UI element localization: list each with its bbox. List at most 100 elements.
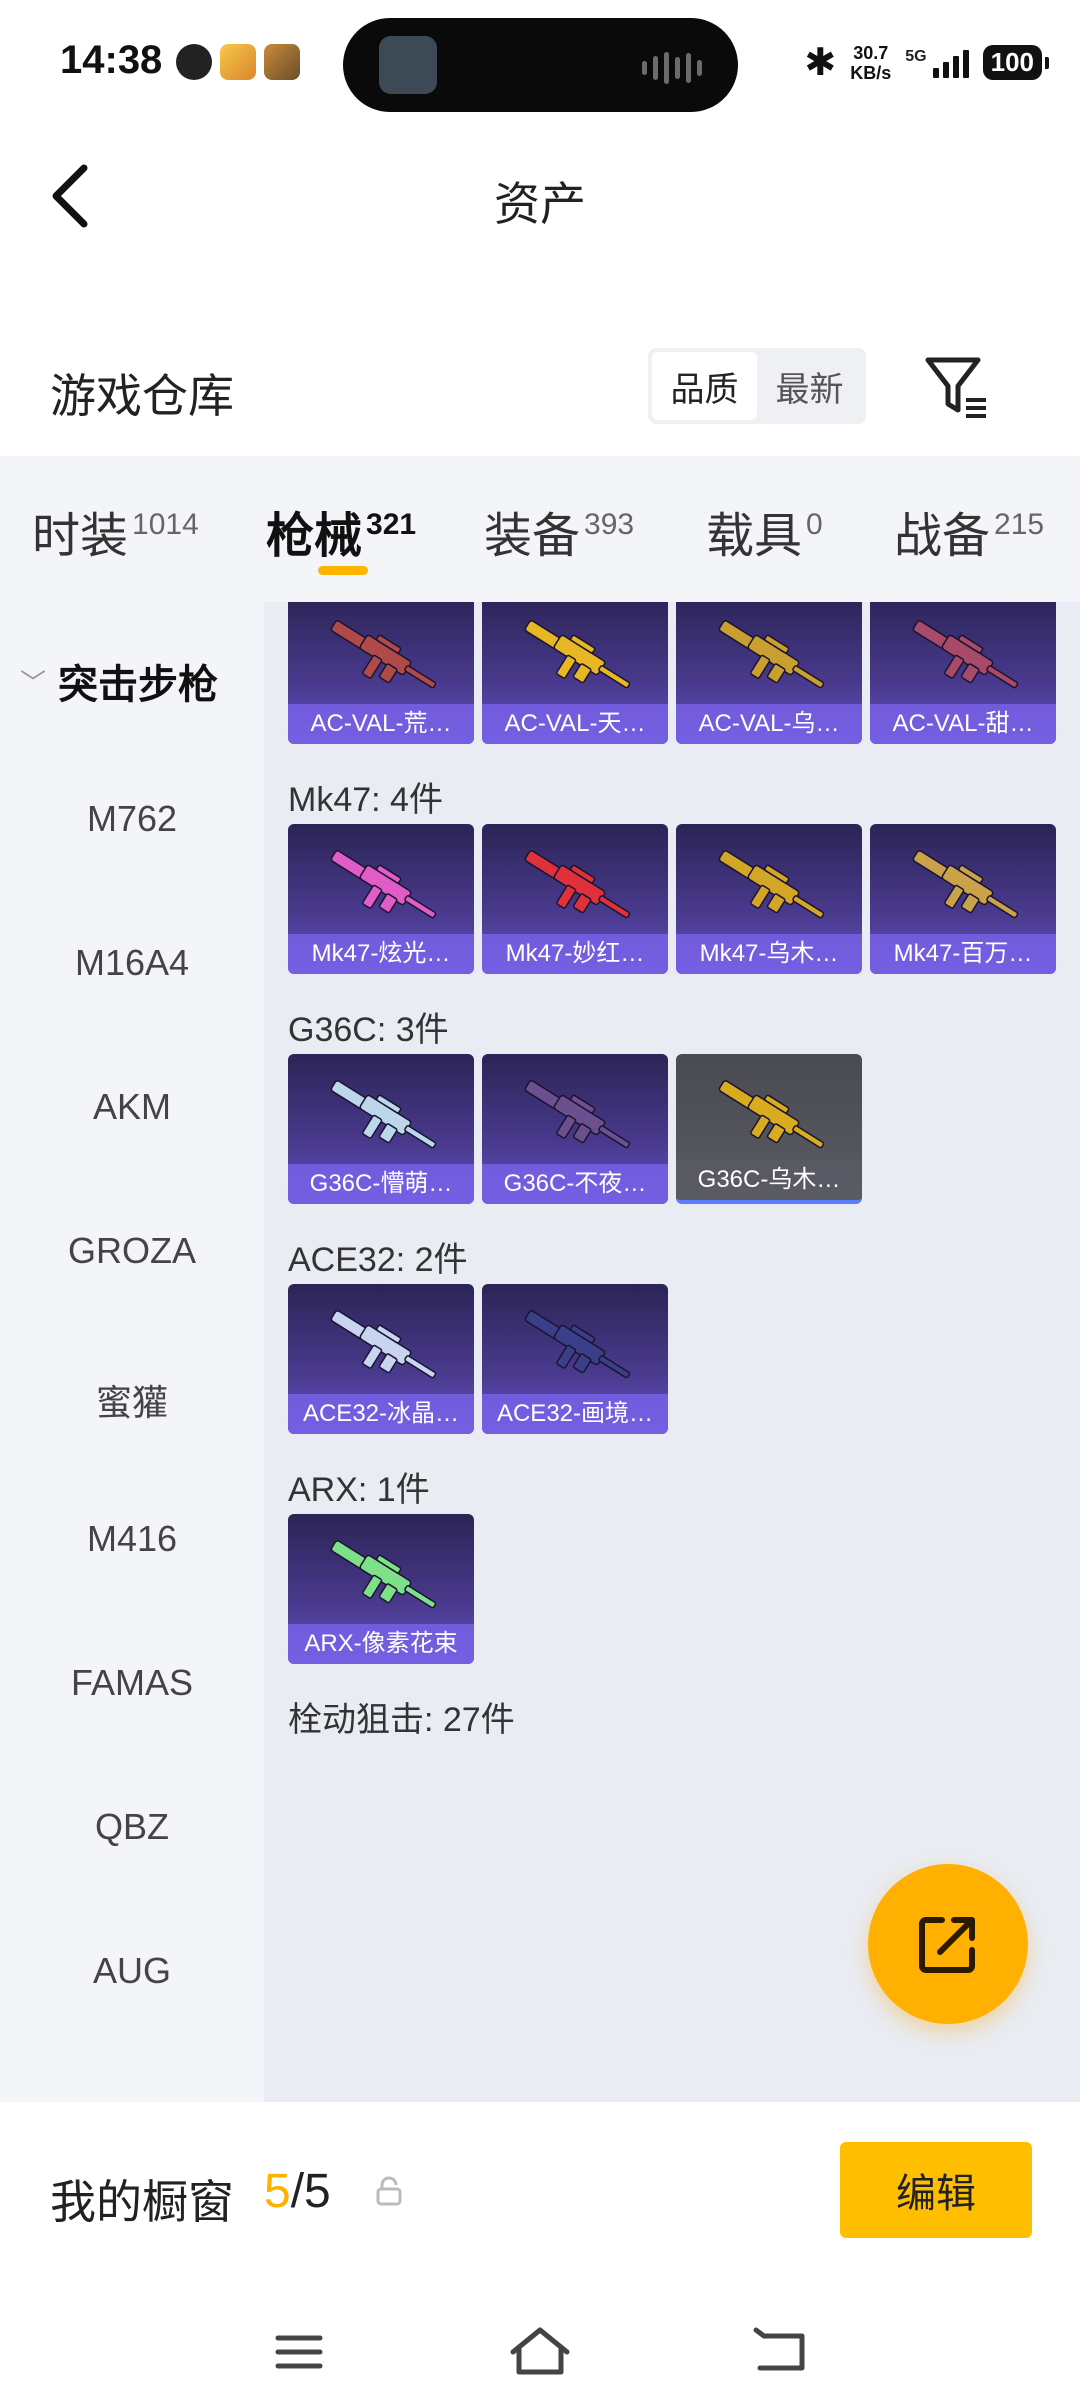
signal-icon: 5G bbox=[905, 48, 969, 78]
tab-label: 时装 bbox=[32, 510, 129, 563]
sort-option-newest[interactable]: 最新 bbox=[757, 352, 862, 420]
tab-vehicles[interactable]: 载具 0 bbox=[706, 496, 823, 566]
weapon-card[interactable]: Mk47-炫光… bbox=[288, 824, 474, 974]
weapon-card[interactable]: ARX-像素花束 bbox=[288, 1514, 474, 1664]
bluetooth-icon: ✱ bbox=[804, 42, 837, 84]
rifle-icon bbox=[330, 850, 437, 919]
filter-button[interactable] bbox=[920, 352, 990, 422]
weapon-card[interactable]: AC-VAL-乌… bbox=[676, 602, 862, 744]
tab-label: 装备 bbox=[484, 510, 581, 563]
weapon-card[interactable]: G36C-乌木… bbox=[676, 1054, 862, 1204]
tab-fashion[interactable]: 时装 1014 bbox=[32, 496, 199, 566]
active-tab-indicator bbox=[318, 566, 368, 575]
weapon-card-label: Mk47-乌木… bbox=[676, 934, 862, 974]
nav-menu-button[interactable] bbox=[264, 2322, 334, 2382]
weapon-card[interactable]: AC-VAL-天… bbox=[482, 602, 668, 744]
rifle-icon bbox=[912, 850, 1019, 919]
weapon-card[interactable]: G36C-不夜… bbox=[482, 1054, 668, 1204]
category-group-label: 突击步枪 bbox=[58, 663, 219, 707]
weapon-category-list: ﹀ 突击步枪 M762 M16A4 AKM GROZA 蜜獾 M416 FAMA… bbox=[0, 602, 264, 2102]
category-item-m416[interactable]: M416 bbox=[0, 1518, 264, 1560]
net-speed-value: 30.7 bbox=[853, 42, 889, 63]
showcase-current: 5 bbox=[264, 2165, 291, 2218]
weapon-card-label: G36C-乌木… bbox=[676, 1160, 862, 1200]
section-label: ACE32: 2件 bbox=[288, 1241, 468, 1279]
app-notification-icon bbox=[220, 44, 256, 80]
tab-guns[interactable]: 枪械 321 bbox=[266, 496, 416, 566]
chevron-down-icon: ﹀ bbox=[20, 667, 47, 698]
weapon-card-label: ACE32-冰晶… bbox=[288, 1394, 474, 1434]
weapon-card[interactable]: AC-VAL-荒… bbox=[288, 602, 474, 744]
status-app-icons bbox=[176, 44, 300, 80]
weapon-card-label: AC-VAL-乌… bbox=[676, 704, 862, 744]
net-speed-unit: KB/s bbox=[850, 62, 892, 83]
share-external-icon bbox=[919, 1917, 975, 1973]
rifle-icon bbox=[330, 1080, 437, 1149]
showcase-count: 5/5 bbox=[264, 2164, 331, 2219]
weapon-card-label: G36C-懵萌… bbox=[288, 1164, 474, 1204]
tab-equipment[interactable]: 装备 393 bbox=[484, 496, 634, 566]
category-item-qbz[interactable]: QBZ bbox=[0, 1806, 264, 1848]
weapon-card-label: ARX-像素花束 bbox=[288, 1624, 474, 1664]
category-item-famas[interactable]: FAMAS bbox=[0, 1662, 264, 1704]
weapon-card[interactable]: AC-VAL-甜… bbox=[870, 602, 1056, 744]
section-label: ARX: 1件 bbox=[288, 1471, 430, 1509]
category-item-m762[interactable]: M762 bbox=[0, 798, 264, 840]
tab-label: 载具 bbox=[706, 510, 803, 563]
game-notification-icon bbox=[264, 44, 300, 80]
tab-count: 1014 bbox=[132, 508, 199, 541]
category-item-m16a4[interactable]: M16A4 bbox=[0, 942, 264, 984]
weapon-card-label: Mk47-炫光… bbox=[288, 934, 474, 974]
rifle-icon bbox=[718, 620, 825, 689]
lock-icon bbox=[376, 2176, 402, 2206]
rifle-icon bbox=[330, 1540, 437, 1609]
category-item-aug[interactable]: AUG bbox=[0, 1950, 264, 1992]
weapon-card-label: Mk47-妙红… bbox=[482, 934, 668, 974]
weapon-card[interactable]: G36C-懵萌… bbox=[288, 1054, 474, 1204]
rifle-icon bbox=[718, 850, 825, 919]
rifle-icon bbox=[524, 1080, 631, 1149]
weapon-card[interactable]: Mk47-妙红… bbox=[482, 824, 668, 974]
category-tabs: 时装 1014 枪械 321 装备 393 载具 0 战备 215 bbox=[0, 456, 1080, 602]
tab-count: 215 bbox=[994, 508, 1045, 541]
media-thumbnail bbox=[379, 36, 437, 94]
weapon-card[interactable]: ACE32-画境… bbox=[482, 1284, 668, 1434]
weapon-card-label: AC-VAL-天… bbox=[482, 704, 668, 744]
section-label: Mk47: 4件 bbox=[288, 781, 443, 819]
weapon-card[interactable]: Mk47-乌木… bbox=[676, 824, 862, 974]
rifle-icon bbox=[330, 1310, 437, 1379]
rifle-icon bbox=[330, 620, 437, 689]
status-bar: 14:38 ✱ 30.7 KB/s 5G 100 bbox=[0, 0, 1080, 120]
category-group-assault-rifles[interactable]: ﹀ 突击步枪 bbox=[20, 652, 218, 710]
showcase-label: 我的橱窗 bbox=[50, 2176, 234, 2228]
nav-back-button[interactable] bbox=[746, 2322, 816, 2382]
weapon-card-label: AC-VAL-甜… bbox=[870, 704, 1056, 744]
rifle-icon bbox=[524, 850, 631, 919]
edit-button[interactable]: 编辑 bbox=[840, 2142, 1032, 2238]
rifle-icon bbox=[718, 1080, 825, 1149]
weapon-card-label: AC-VAL-荒… bbox=[288, 704, 474, 744]
warehouse-title: 游戏仓库 bbox=[50, 370, 234, 422]
menu-icon bbox=[275, 2335, 323, 2369]
page-title: 资产 bbox=[494, 178, 586, 230]
status-right: ✱ 30.7 KB/s 5G 100 bbox=[804, 40, 1050, 85]
home-icon bbox=[510, 2327, 570, 2375]
category-item-akm[interactable]: AKM bbox=[0, 1086, 264, 1128]
rifle-icon bbox=[524, 620, 631, 689]
dynamic-island[interactable] bbox=[343, 18, 738, 112]
audio-wave-icon bbox=[642, 52, 702, 84]
section-label: 栓动狙击: 27件 bbox=[288, 1701, 515, 1739]
weapon-card[interactable]: ACE32-冰晶… bbox=[288, 1284, 474, 1434]
tab-count: 321 bbox=[366, 508, 417, 541]
category-item-groza[interactable]: GROZA bbox=[0, 1230, 264, 1272]
weapon-card[interactable]: Mk47-百万… bbox=[870, 824, 1056, 974]
tab-supplies[interactable]: 战备 215 bbox=[894, 496, 1044, 566]
category-item-honey-badger[interactable]: 蜜獾 bbox=[0, 1374, 264, 1426]
sort-toggle: 品质 最新 bbox=[648, 348, 866, 424]
share-fab-button[interactable] bbox=[868, 1864, 1028, 2024]
sort-option-quality[interactable]: 品质 bbox=[652, 352, 757, 420]
weapon-card-label: G36C-不夜… bbox=[482, 1164, 668, 1204]
status-time: 14:38 bbox=[60, 38, 163, 82]
nav-home-button[interactable] bbox=[505, 2322, 575, 2382]
tab-count: 393 bbox=[584, 508, 635, 541]
